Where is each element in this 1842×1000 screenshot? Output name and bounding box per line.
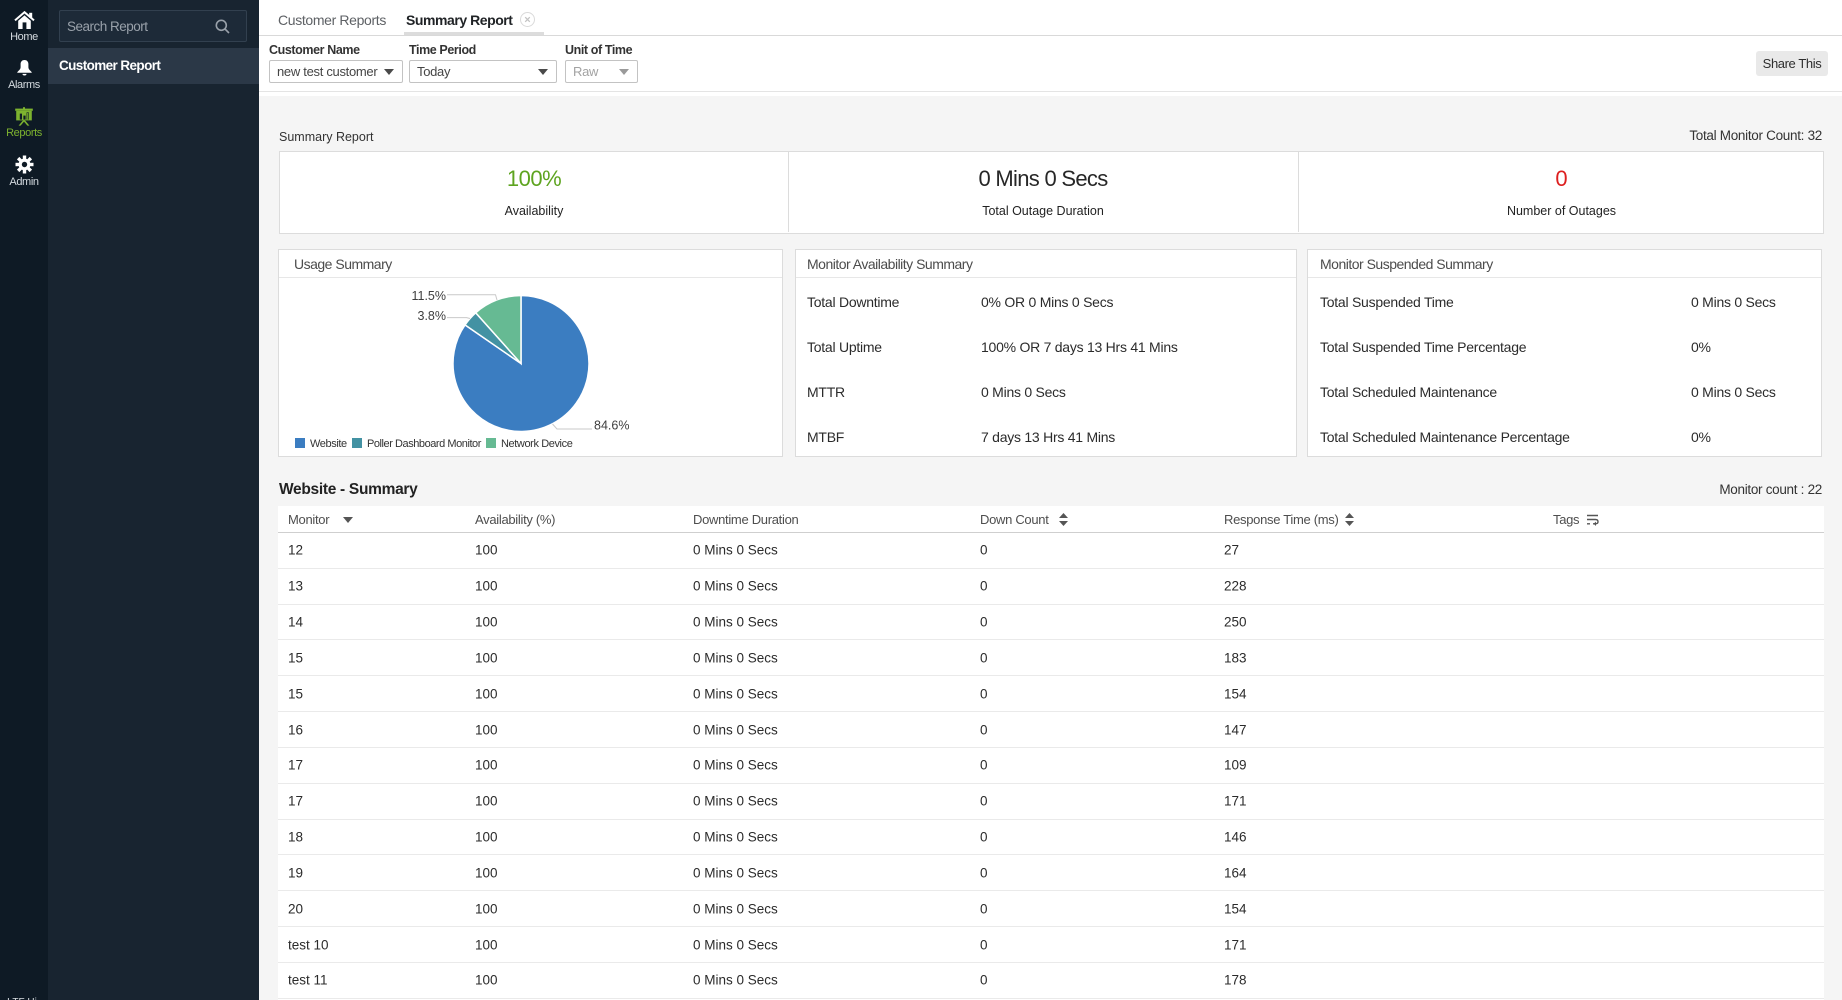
svg-text:Website: Website (310, 438, 347, 450)
svg-text:3.8%: 3.8% (418, 309, 447, 323)
svg-text:Poller Dashboard Monitor: Poller Dashboard Monitor (367, 438, 482, 450)
svg-text:84.6%: 84.6% (594, 419, 629, 433)
svg-text:Network Device: Network Device (501, 438, 573, 450)
svg-text:11.5%: 11.5% (411, 289, 446, 303)
